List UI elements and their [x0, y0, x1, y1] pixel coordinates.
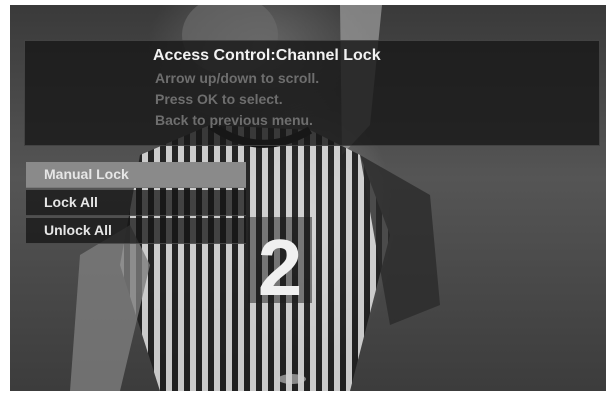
hint-back: Back to previous menu. [155, 112, 313, 128]
menu-item-unlock-all[interactable]: Unlock All [26, 218, 246, 244]
access-control-info-panel: Access Control:Channel Lock Arrow up/dow… [24, 40, 600, 146]
menu-item-manual-lock[interactable]: Manual Lock [26, 162, 246, 188]
menu-item-lock-all[interactable]: Lock All [26, 190, 246, 216]
menu-item-label: Lock All [44, 194, 98, 210]
hint-scroll: Arrow up/down to scroll. [155, 70, 320, 86]
tv-screen: 2 Access Control:Channel Lock Arrow up/d… [10, 5, 606, 391]
panel-title: Access Control:Channel Lock [153, 47, 381, 64]
hint-select: Press OK to select. [155, 91, 283, 107]
menu-item-label: Unlock All [44, 222, 112, 238]
menu-item-label: Manual Lock [44, 166, 129, 182]
channel-lock-menu: Manual Lock Lock All Unlock All [26, 162, 246, 246]
jersey-number: 2 [258, 223, 303, 312]
